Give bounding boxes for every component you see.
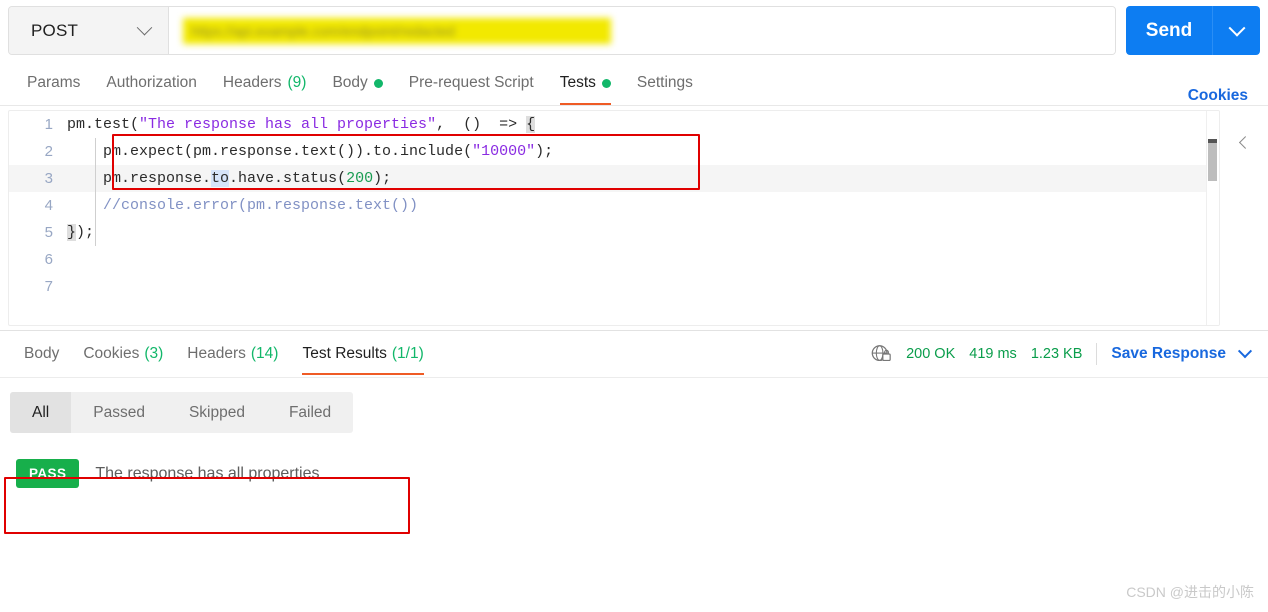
watermark: CSDN @进击的小陈 xyxy=(1126,584,1254,600)
response-tab-test-results[interactable]: Test Results (1/1) xyxy=(290,331,435,377)
code-line: 6 xyxy=(9,246,1219,273)
tab-label: Body xyxy=(24,345,60,362)
line-number: 6 xyxy=(44,251,53,268)
filter-all[interactable]: All xyxy=(10,392,72,433)
response-tab-cookies[interactable]: Cookies (3) xyxy=(71,331,175,377)
line-number: 7 xyxy=(44,278,53,295)
url-value-redacted: https://api.example.com/endpoint/redacte… xyxy=(183,17,611,44)
test-name: The response has all properties xyxy=(95,464,320,482)
editor-collapse-button[interactable] xyxy=(1230,130,1254,154)
filter-passed[interactable]: Passed xyxy=(71,392,167,433)
postman-request-window: POST https://api.example.com/endpoint/re… xyxy=(0,0,1268,612)
line-number: 3 xyxy=(44,170,53,187)
tab-authorization[interactable]: Authorization xyxy=(93,61,209,105)
line-text: pm.response.to.have.status(200); xyxy=(67,170,392,187)
tab-label: Tests xyxy=(559,74,596,91)
tab-pre-request-script[interactable]: Pre-request Script xyxy=(396,61,547,105)
cookies-link[interactable]: Cookies xyxy=(1188,87,1254,105)
chevron-down-icon xyxy=(136,19,153,36)
response-time: 419 ms xyxy=(969,346,1017,362)
code-line: 1 pm.test("The response has all properti… xyxy=(9,111,1219,138)
tab-label: Test Results xyxy=(302,345,387,362)
request-tab-bar: Params Authorization Headers (9) Body Pr… xyxy=(0,61,1268,106)
line-number: 2 xyxy=(44,143,53,160)
line-text: //console.error(pm.response.text()) xyxy=(67,197,419,214)
http-method-label: POST xyxy=(31,20,79,40)
response-tab-bar: Body Cookies (3) Headers (14) Test Resul… xyxy=(0,331,1268,378)
line-number: 5 xyxy=(44,224,53,241)
tab-headers[interactable]: Headers (9) xyxy=(210,61,320,105)
tab-label: Headers xyxy=(222,74,282,91)
tab-settings[interactable]: Settings xyxy=(624,61,706,105)
chevron-down-icon[interactable] xyxy=(1237,344,1253,359)
tab-count: (14) xyxy=(250,345,279,362)
test-result-filters: All Passed Skipped Failed xyxy=(0,378,1268,433)
code-editor[interactable]: 1 pm.test("The response has all properti… xyxy=(8,110,1220,326)
code-line: 3 pm.response.to.have.status(200); xyxy=(9,165,1219,192)
request-url-bar: POST https://api.example.com/endpoint/re… xyxy=(0,0,1268,61)
scrollbar-thumb[interactable] xyxy=(1208,139,1217,181)
divider xyxy=(1096,343,1098,365)
response-size: 1.23 KB xyxy=(1030,346,1083,362)
tab-body[interactable]: Body xyxy=(319,61,395,105)
code-line: 7 xyxy=(9,273,1219,300)
line-number: 1 xyxy=(44,116,53,133)
tab-label: Authorization xyxy=(106,74,197,91)
chevron-down-icon xyxy=(1228,19,1245,37)
tests-script-editor-region: 1 pm.test("The response has all properti… xyxy=(0,106,1268,330)
response-tab-body[interactable]: Body xyxy=(12,331,71,377)
tab-label: Params xyxy=(27,74,81,91)
status-dot-icon xyxy=(373,78,383,88)
filter-failed[interactable]: Failed xyxy=(267,392,353,433)
send-button-group: Send xyxy=(1126,6,1260,55)
indent-guide xyxy=(95,138,96,246)
response-tab-headers[interactable]: Headers (14) xyxy=(175,331,290,377)
line-text: pm.test("The response has all properties… xyxy=(67,116,536,133)
send-button[interactable]: Send xyxy=(1126,6,1212,55)
tab-params[interactable]: Params xyxy=(14,61,93,105)
status-badge: PASS xyxy=(16,459,80,488)
test-result-row[interactable]: PASS The response has all properties xyxy=(0,445,1268,502)
send-options-button[interactable] xyxy=(1212,6,1260,55)
save-response-button[interactable]: Save Response xyxy=(1111,345,1226,363)
line-text: }); xyxy=(67,224,95,241)
globe-lock-icon xyxy=(871,345,891,362)
tab-label: Headers xyxy=(187,345,246,362)
code-line: 5 }); xyxy=(9,219,1219,246)
line-number: 4 xyxy=(44,197,53,214)
tab-count: (3) xyxy=(144,345,164,362)
tab-label: Body xyxy=(332,74,368,91)
editor-vertical-scrollbar[interactable] xyxy=(1206,111,1219,325)
response-meta: 200 OK 419 ms 1.23 KB Save Response xyxy=(870,343,1256,365)
response-status: 200 OK xyxy=(906,346,956,362)
status-dot-icon xyxy=(601,78,611,88)
code-line: 2 pm.expect(pm.response.text()).to.inclu… xyxy=(9,138,1219,165)
code-line: 4 //console.error(pm.response.text()) xyxy=(9,192,1219,219)
chevron-left-icon xyxy=(1238,135,1252,149)
line-text: pm.expect(pm.response.text()).to.include… xyxy=(67,143,554,160)
tab-label: Cookies xyxy=(83,345,140,362)
tab-label: Pre-request Script xyxy=(408,74,534,91)
url-input-group: POST https://api.example.com/endpoint/re… xyxy=(8,6,1116,55)
url-input[interactable]: https://api.example.com/endpoint/redacte… xyxy=(169,7,1115,54)
tab-tests[interactable]: Tests xyxy=(547,61,624,105)
code-content[interactable]: 1 pm.test("The response has all properti… xyxy=(9,111,1219,300)
http-method-select[interactable]: POST xyxy=(9,7,169,54)
filter-segmented-control: All Passed Skipped Failed xyxy=(10,392,354,433)
filter-skipped[interactable]: Skipped xyxy=(167,392,267,433)
tab-label: Settings xyxy=(636,74,693,91)
tab-count: (9) xyxy=(287,74,307,91)
tab-count: (1/1) xyxy=(391,345,424,362)
